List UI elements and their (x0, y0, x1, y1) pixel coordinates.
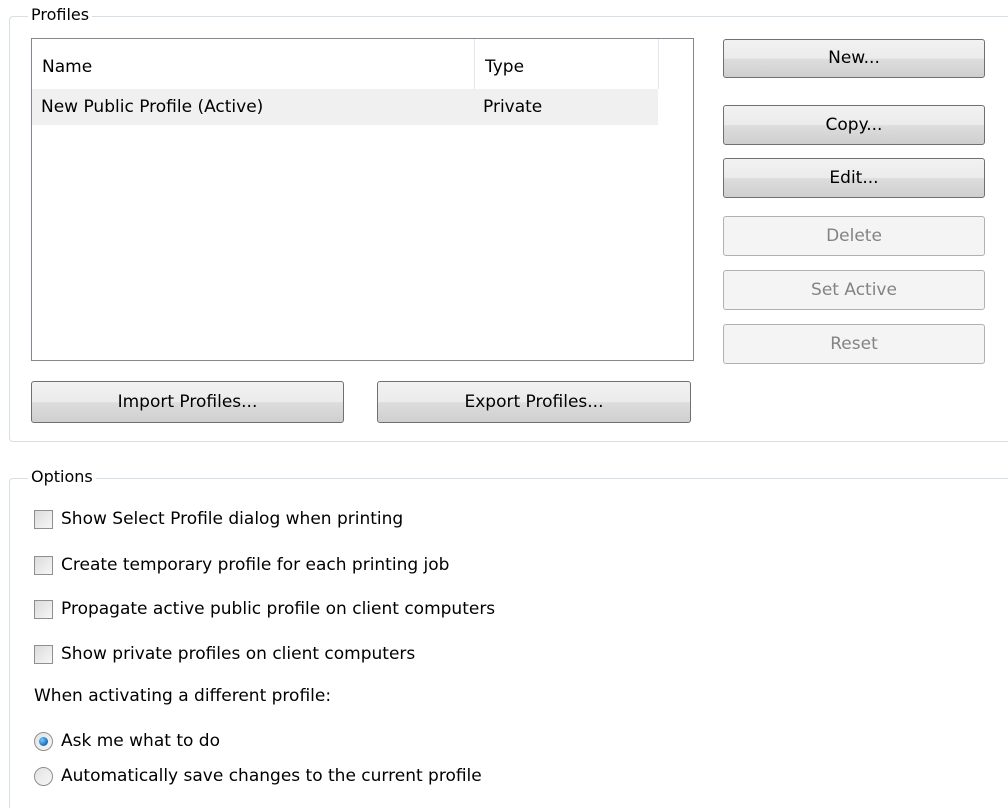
propagate-profile-checkbox[interactable] (34, 599, 53, 619)
profiles-group-title: Profiles (28, 6, 93, 24)
propagate-profile-label: Propagate active public profile on clien… (61, 599, 496, 619)
profiles-settings-panel: Profiles Name Type New Public Profile (A… (0, 0, 1008, 808)
auto-save-radio-row[interactable]: Automatically save changes to the curren… (34, 765, 482, 787)
ask-me-label: Ask me what to do (61, 731, 220, 751)
create-temp-profile-checkbox[interactable] (34, 555, 53, 575)
profiles-list-header: Name Type (32, 39, 693, 89)
activation-behavior-label: When activating a different profile: (34, 686, 332, 706)
import-profiles-button[interactable]: Import Profiles... (31, 381, 344, 423)
show-private-profiles-checkbox-row[interactable]: Show private profiles on client computer… (34, 643, 415, 665)
options-group-title: Options (28, 468, 96, 486)
show-select-profile-label: Show Select Profile dialog when printing (61, 509, 404, 529)
ask-me-radio[interactable] (34, 731, 53, 751)
column-header-name[interactable]: Name (32, 39, 475, 89)
column-header-type[interactable]: Type (475, 39, 659, 89)
show-select-profile-checkbox[interactable] (34, 509, 53, 529)
edit-profile-button[interactable]: Edit... (723, 158, 985, 198)
propagate-profile-checkbox-row[interactable]: Propagate active public profile on clien… (34, 598, 495, 620)
auto-save-label: Automatically save changes to the curren… (61, 766, 482, 786)
new-profile-button[interactable]: New... (723, 39, 985, 78)
copy-profile-button[interactable]: Copy... (723, 105, 985, 145)
show-select-profile-checkbox-row[interactable]: Show Select Profile dialog when printing (34, 508, 403, 530)
show-private-profiles-label: Show private profiles on client computer… (61, 644, 416, 664)
delete-profile-button[interactable]: Delete (723, 216, 985, 256)
create-temp-profile-checkbox-row[interactable]: Create temporary profile for each printi… (34, 554, 449, 576)
set-active-button[interactable]: Set Active (723, 270, 985, 310)
export-profiles-button[interactable]: Export Profiles... (377, 381, 691, 423)
profiles-list[interactable]: Name Type New Public Profile (Active) Pr… (31, 38, 694, 361)
list-item[interactable]: New Public Profile (Active) Private (32, 89, 658, 125)
column-header-filler (659, 39, 693, 89)
list-item-name: New Public Profile (Active) (41, 97, 264, 117)
reset-profile-button[interactable]: Reset (723, 324, 985, 364)
create-temp-profile-label: Create temporary profile for each printi… (61, 555, 450, 575)
auto-save-radio[interactable] (34, 766, 53, 786)
list-item-type: Private (483, 97, 543, 117)
show-private-profiles-checkbox[interactable] (34, 644, 53, 664)
ask-me-radio-row[interactable]: Ask me what to do (34, 730, 220, 752)
